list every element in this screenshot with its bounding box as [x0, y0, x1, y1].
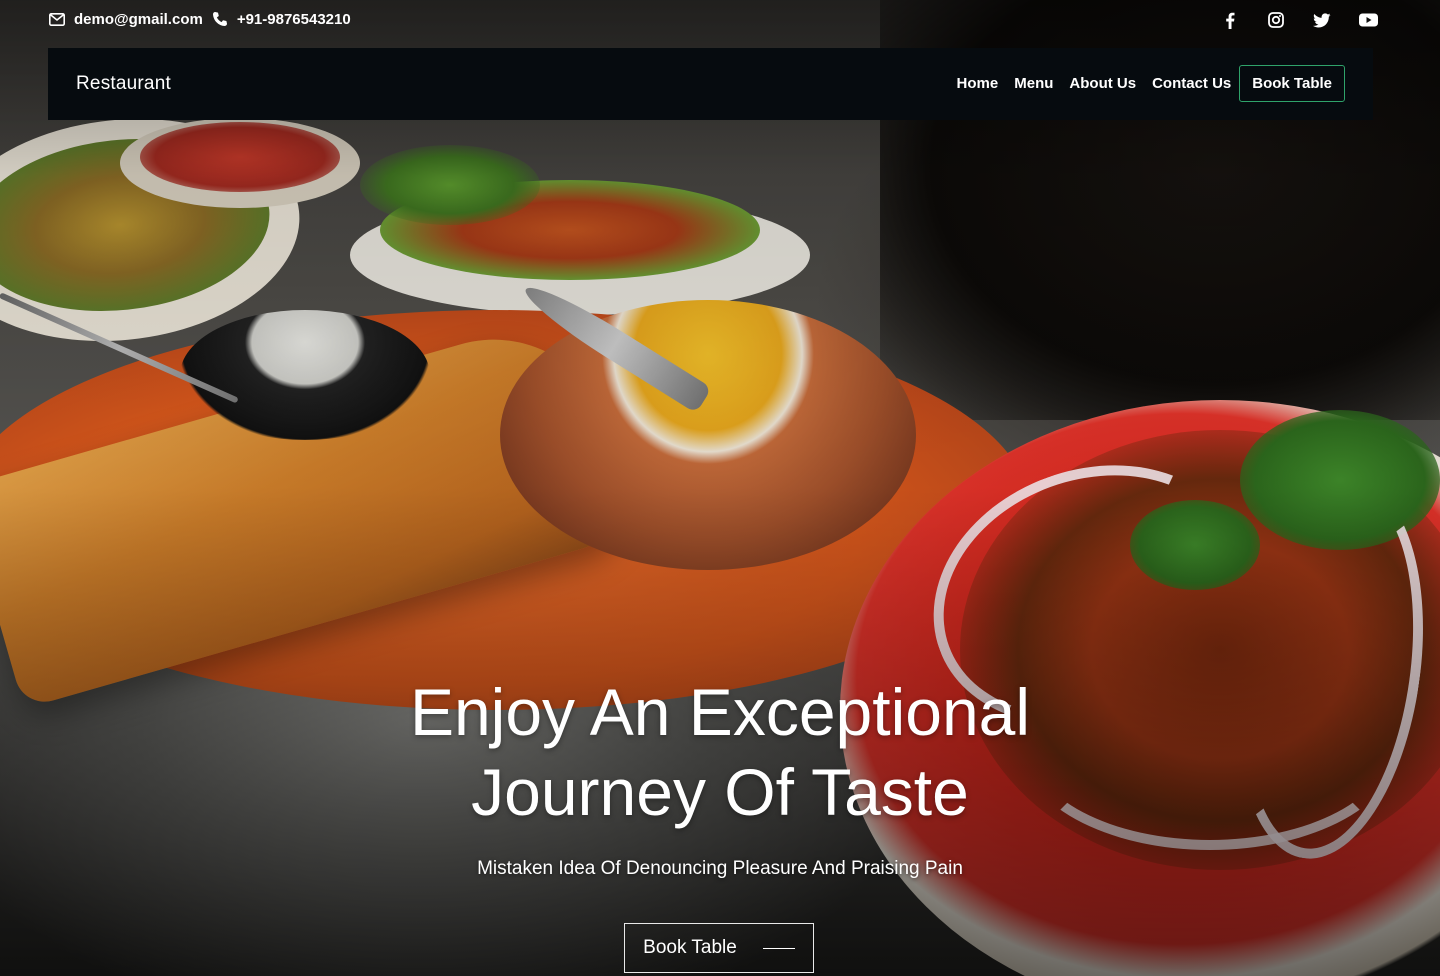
hero-title: Enjoy An Exceptional Journey Of Taste	[340, 672, 1100, 832]
hero-button-label: Book Table	[643, 937, 737, 958]
hero-title-line-2: Journey Of Taste	[471, 755, 969, 829]
nav-contact-us[interactable]: Contact Us	[1152, 75, 1231, 92]
hero-section: Enjoy An Exceptional Journey Of Taste Mi…	[0, 672, 1440, 880]
hero-subtitle: Mistaken Idea Of Denouncing Pleasure And…	[477, 858, 963, 879]
nav-menu[interactable]: Menu	[1014, 75, 1053, 92]
book-table-button[interactable]: Book Table	[1239, 65, 1345, 102]
phone-icon	[211, 10, 229, 28]
arrow-line-icon	[762, 947, 795, 949]
facebook-icon[interactable]	[1220, 11, 1240, 29]
top-bar: demo@gmail.com +91-9876543210	[0, 0, 1440, 40]
instagram-icon[interactable]	[1266, 11, 1286, 29]
nav-home[interactable]: Home	[957, 75, 999, 92]
contact-info: demo@gmail.com +91-9876543210	[48, 10, 351, 28]
twitter-icon[interactable]	[1312, 11, 1332, 29]
contact-email[interactable]: demo@gmail.com	[74, 11, 203, 28]
youtube-icon[interactable]	[1358, 11, 1378, 29]
main-navbar: Restaurant Home Menu About Us Contact Us…	[48, 48, 1373, 120]
brand-logo[interactable]: Restaurant	[76, 73, 171, 95]
mail-icon	[48, 10, 66, 28]
contact-phone[interactable]: +91-9876543210	[237, 11, 351, 28]
hero-title-line-1: Enjoy An Exceptional	[409, 675, 1031, 749]
hero-book-table-button[interactable]: Book Table	[624, 923, 814, 973]
nav-about-us[interactable]: About Us	[1069, 75, 1136, 92]
social-links	[1220, 11, 1378, 29]
nav-links: Home Menu About Us Contact Us Book Table	[941, 65, 1345, 102]
page: demo@gmail.com +91-9876543210 Restaurant	[0, 0, 1440, 976]
